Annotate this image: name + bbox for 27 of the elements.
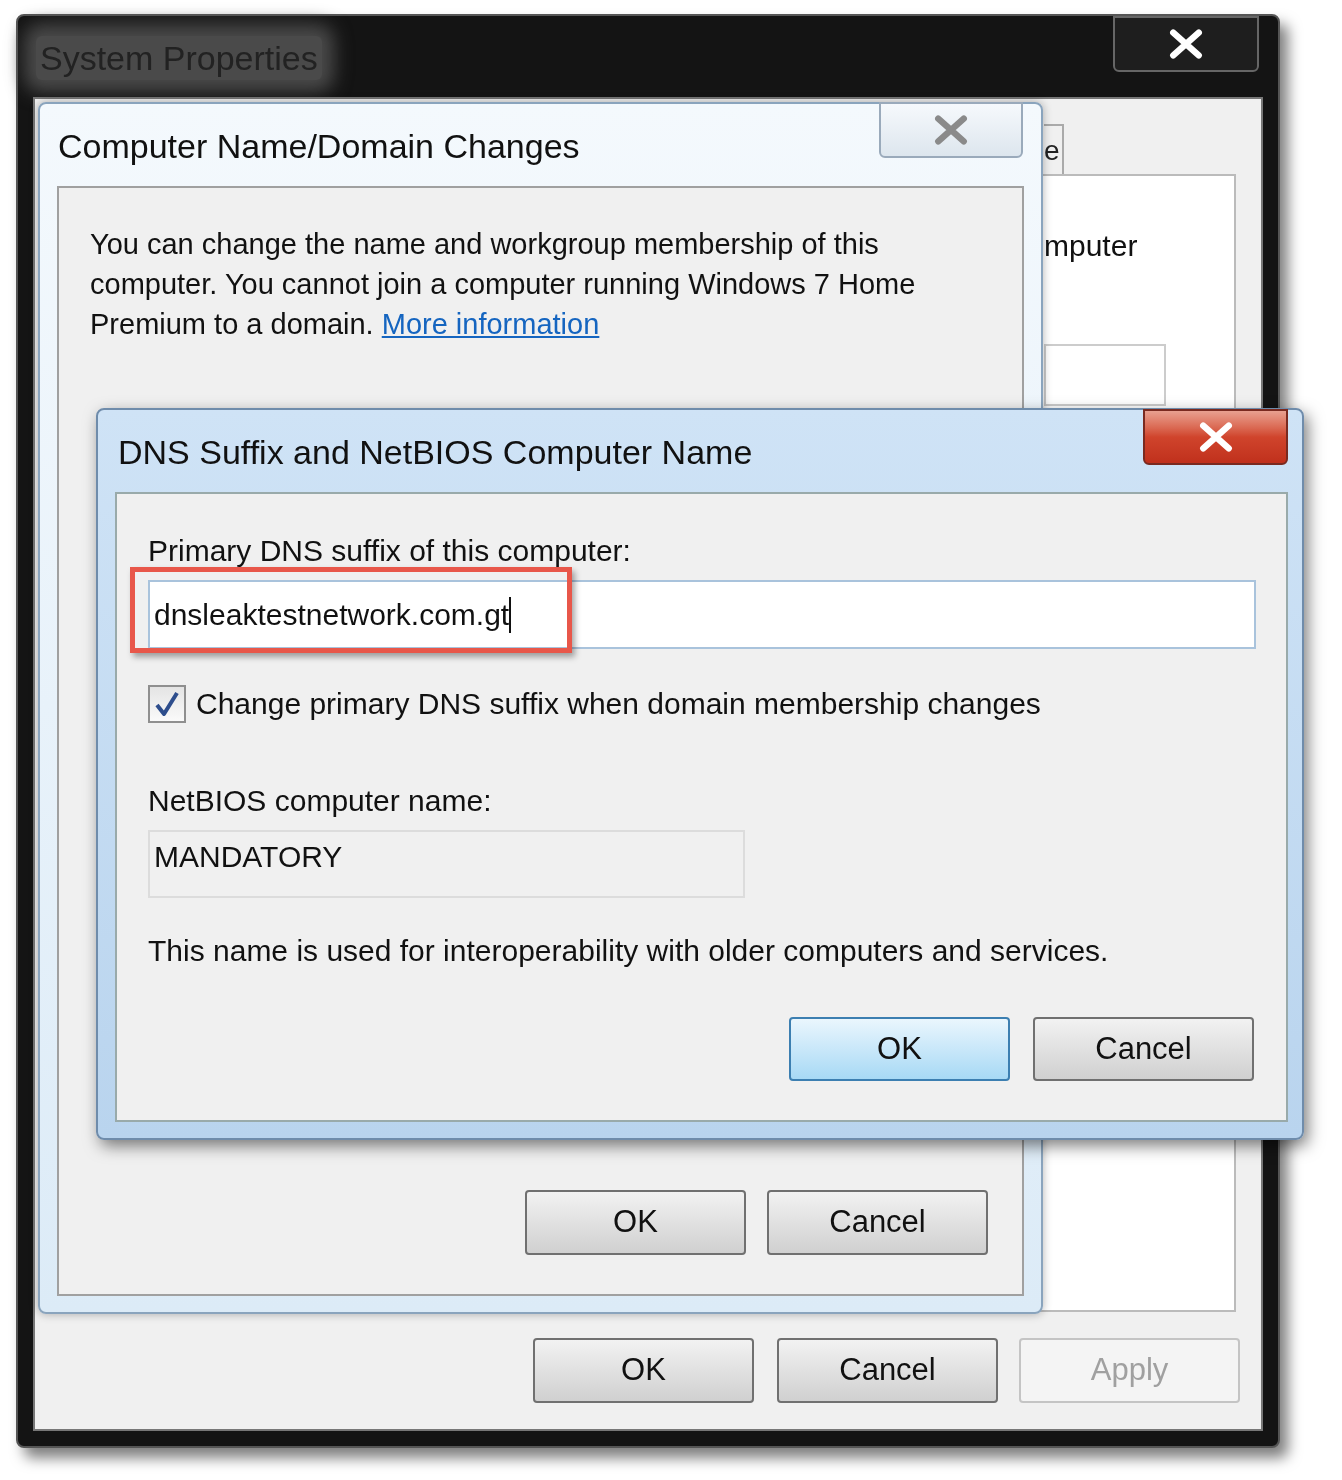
dialog-button[interactable]: OK [525,1190,746,1255]
panel-text: mputer [1044,228,1138,264]
note-text: This name is used for interoperability with older computers and services. [148,933,1109,969]
checkbox[interactable] [148,685,186,723]
dialog-button[interactable]: Cancel [1033,1017,1254,1081]
tab[interactable]: e [1044,124,1064,176]
text-cursor [509,596,512,633]
dialog-button[interactable]: Cancel [777,1338,998,1403]
description-text: You can change the name and workgroup membership of this computer. You cannot join a computer running Windows 7 Home Premium to a domain. More information [90,227,917,342]
dialog-button[interactable]: OK [533,1338,754,1403]
checkbox-label: Change primary DNS suffix when domain membership changes [196,686,1041,722]
checkmark-icon [154,690,180,718]
readonly-field: MANDATORY [148,830,745,898]
dialog-button[interactable]: OK [789,1017,1010,1081]
close-icon [934,115,968,145]
field-label: NetBIOS computer name: [148,783,492,819]
field-label: Primary DNS suffix of this computer: [148,533,631,569]
close-button[interactable] [1113,16,1259,72]
more-information-link[interactable]: More information [381,308,600,340]
close-button[interactable] [1143,409,1288,465]
dialog-button[interactable]: Cancel [767,1190,988,1255]
dialog-title: Computer Name/Domain Changes [58,126,580,167]
dialog-title: DNS Suffix and NetBIOS Computer Name [118,432,753,473]
text-field[interactable] [1044,344,1166,406]
close-icon [1169,29,1203,59]
close-icon [1198,422,1233,452]
text-field[interactable]: dnsleaktestnetwork.com.gt [148,580,1256,649]
